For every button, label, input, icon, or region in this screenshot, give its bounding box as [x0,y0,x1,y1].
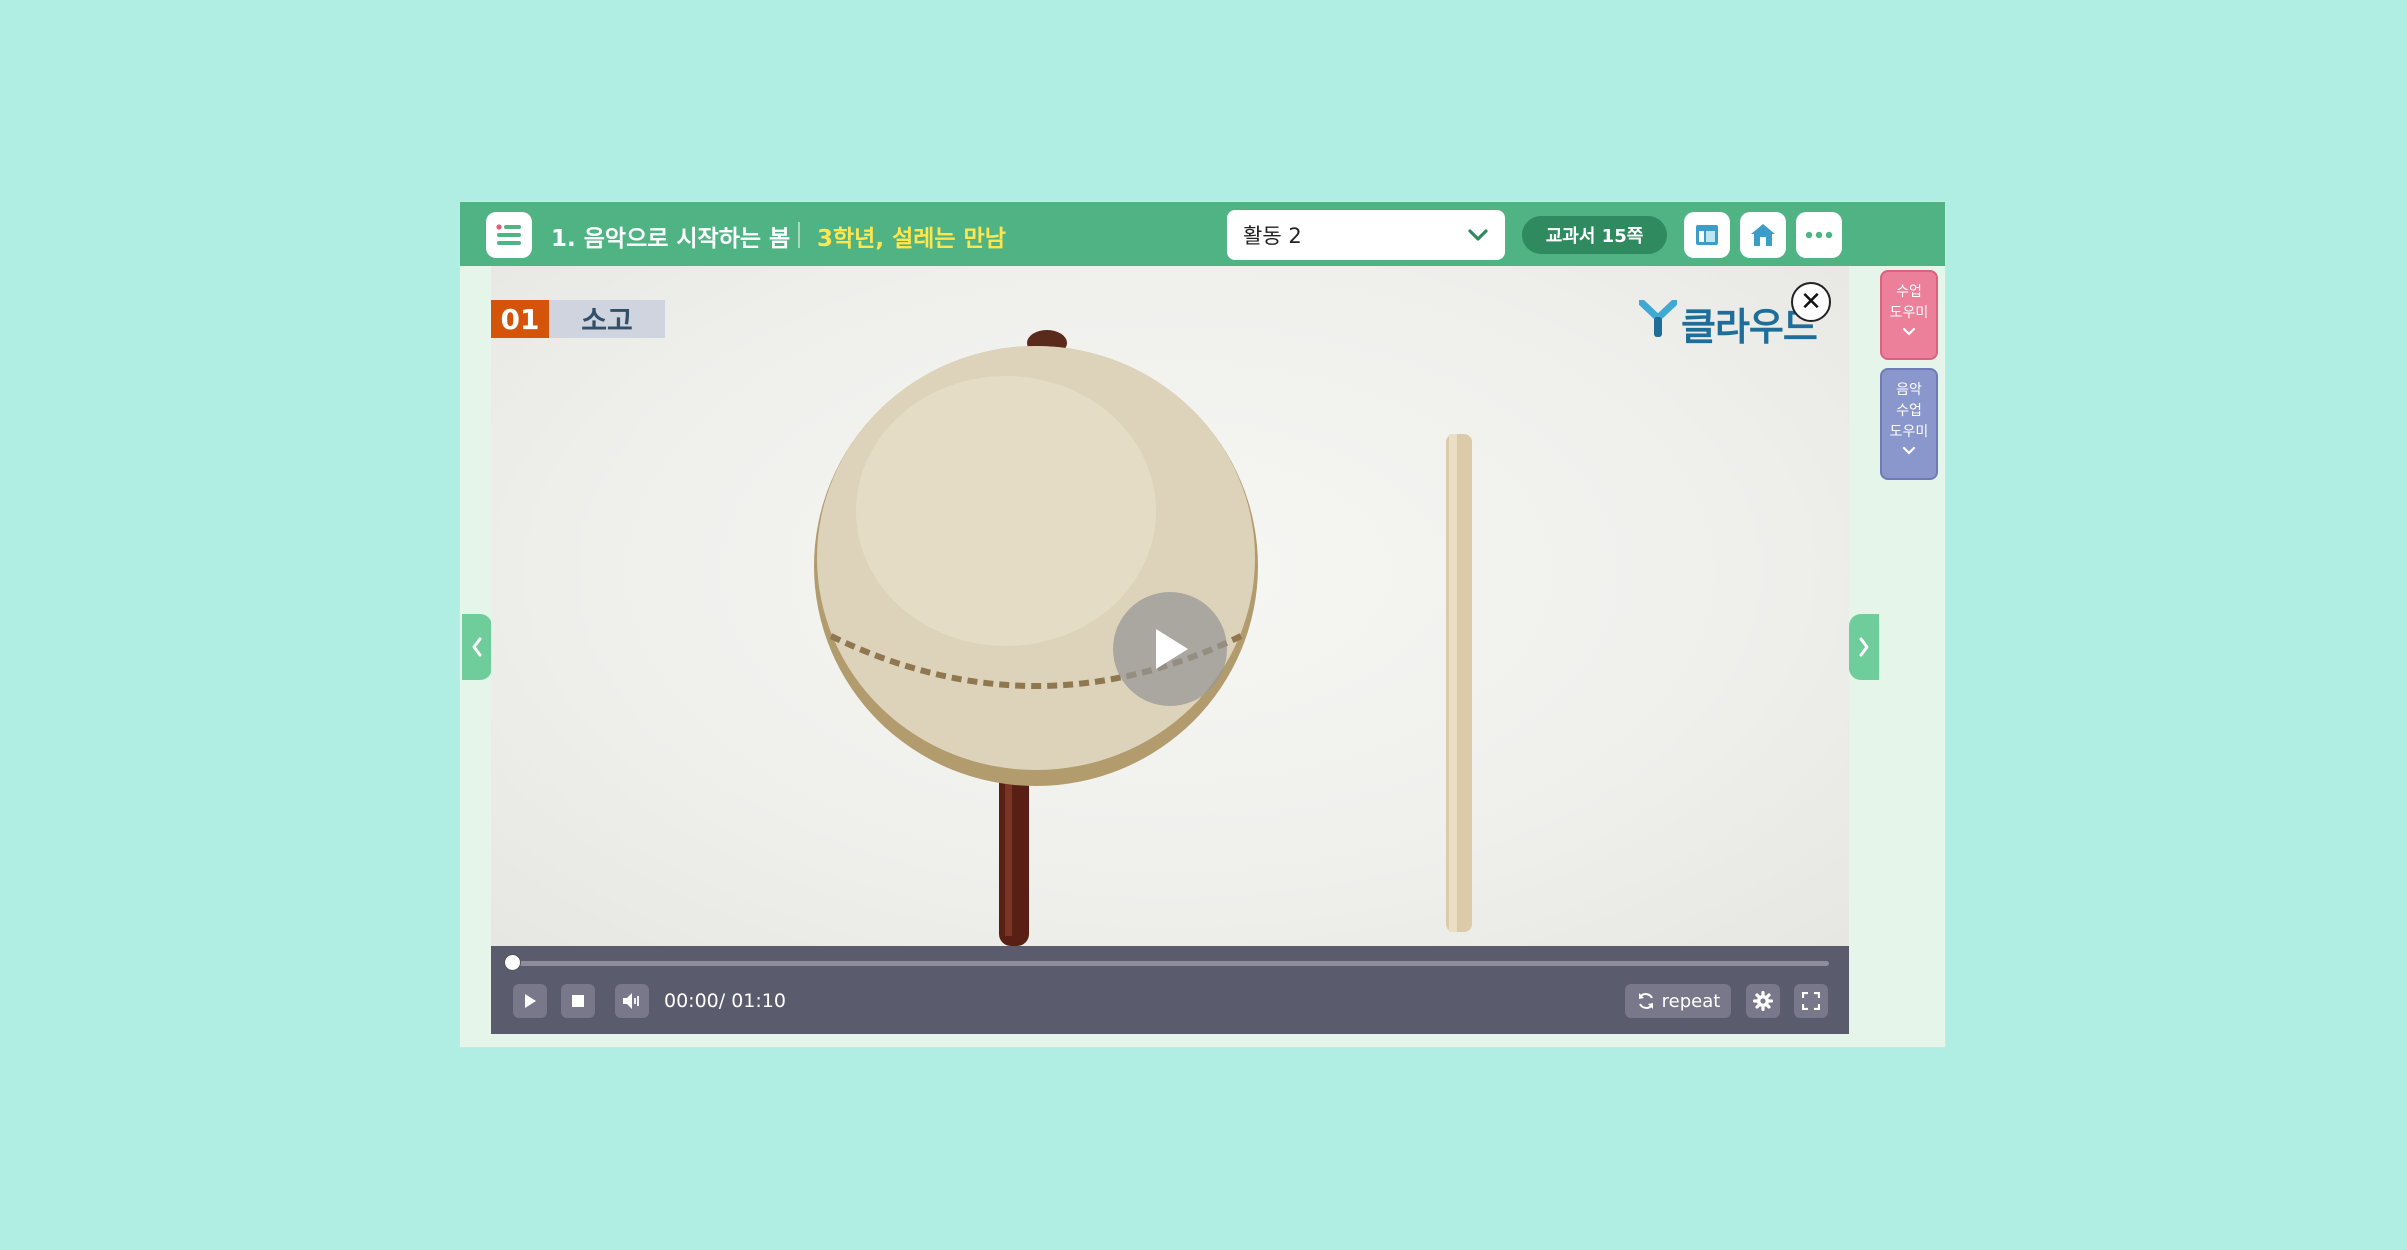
prev-page-button[interactable] [462,614,492,680]
unit-title: 1. 음악으로 시작하는 봄 [551,226,791,252]
top-bar: 1. 음악으로 시작하는 봄 3학년, 설레는 만남 활동 2 교과서 15쪽 [460,202,1945,266]
chevron-down-icon [1468,229,1488,241]
repeat-label: repeat [1661,990,1721,1012]
seek-handle[interactable] [505,955,520,970]
next-page-button[interactable] [1849,614,1879,680]
fullscreen-button[interactable] [1794,984,1828,1018]
video-frame[interactable]: 01 소고 클라우드 ✕ [491,266,1849,946]
home-button[interactable] [1740,212,1786,258]
activity-select[interactable]: 활동 2 [1227,210,1505,260]
menu-icon [496,224,521,245]
class-helper-label-1: 수업 [1896,284,1922,300]
class-helper-button[interactable]: 수업 도우미 [1880,270,1938,360]
big-play-button[interactable] [1113,592,1227,706]
layout-icon [1696,225,1718,245]
title-divider [798,222,800,248]
music-helper-button[interactable]: 음악 수업 도우미 [1880,368,1938,480]
music-helper-label-1: 음악 [1896,382,1922,398]
play-button[interactable] [513,984,547,1018]
more-icon [1805,231,1833,239]
video-player: 01 소고 클라우드 ✕ 00:00/ 01:10 repeat [491,266,1849,1034]
lesson-title: 3학년, 설레는 만남 [817,226,1006,252]
close-video-button[interactable]: ✕ [1791,282,1831,322]
seek-bar[interactable] [513,961,1829,966]
menu-button[interactable] [486,212,532,258]
music-helper-label-3: 도우미 [1889,424,1929,440]
play-icon [1156,629,1188,669]
chevron-down-icon [1902,327,1916,336]
player-controls: 00:00/ 01:10 repeat [491,946,1849,1034]
textbook-page-button[interactable]: 교과서 15쪽 [1522,216,1667,254]
gear-icon [1753,991,1773,1011]
repeat-icon [1638,993,1653,1009]
cloud-logo-icon [1639,300,1677,337]
volume-icon [623,993,639,1009]
volume-button[interactable] [615,984,649,1018]
chevron-left-icon [472,637,482,657]
settings-button[interactable] [1746,984,1780,1018]
time-display: 00:00/ 01:10 [664,990,786,1012]
chevron-down-icon [1902,446,1916,455]
more-button[interactable] [1796,212,1842,258]
play-icon [525,994,536,1008]
activity-select-value: 활동 2 [1243,224,1302,248]
fullscreen-icon [1802,992,1820,1010]
class-helper-label-2: 도우미 [1889,305,1929,321]
chevron-right-icon [1859,637,1869,657]
clip-number-badge: 01 [491,300,549,338]
music-helper-label-2: 수업 [1896,403,1922,419]
layout-button[interactable] [1684,212,1730,258]
home-icon [1751,224,1775,246]
stop-icon [572,995,584,1007]
repeat-button[interactable]: repeat [1625,984,1731,1018]
lesson-viewer: 1. 음악으로 시작하는 봄 3학년, 설레는 만남 활동 2 교과서 15쪽 [460,202,1945,1047]
clip-title-badge: 소고 [549,300,665,338]
stop-button[interactable] [561,984,595,1018]
